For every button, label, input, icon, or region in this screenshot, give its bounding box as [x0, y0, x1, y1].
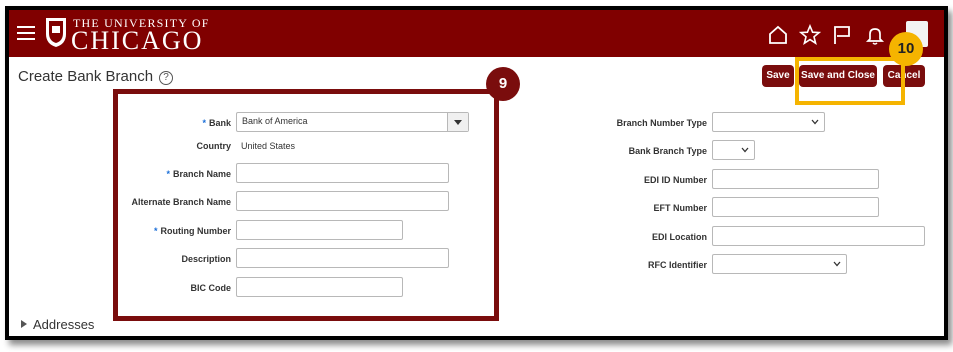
- header-bar: THE UNIVERSITY OF CHICAGO: [9, 10, 944, 57]
- rfc-identifier-select[interactable]: [712, 254, 847, 274]
- eft-number-input[interactable]: [712, 197, 879, 217]
- chevron-down-icon: [811, 119, 819, 125]
- disclosure-triangle-icon: [21, 320, 27, 328]
- help-icon[interactable]: ?: [159, 71, 174, 85]
- home-icon[interactable]: [767, 24, 789, 46]
- notifications-bell-icon[interactable]: [864, 24, 886, 46]
- edi-id-number-input[interactable]: [712, 169, 879, 189]
- step-10-badge: 10: [889, 32, 923, 66]
- step-9-badge: 9: [486, 67, 520, 101]
- app-window: THE UNIVERSITY OF CHICAGO Create Bank Br…: [5, 6, 948, 340]
- chevron-down-icon: [741, 147, 749, 153]
- logo-bottom-text: CHICAGO: [71, 26, 204, 55]
- edi-id-number-label: EDI ID Number: [643, 175, 707, 185]
- bank-branch-type-select[interactable]: [712, 140, 755, 160]
- chevron-down-icon: [833, 261, 841, 267]
- eft-number-label: EFT Number: [653, 203, 707, 213]
- branch-number-type-select[interactable]: [712, 112, 825, 132]
- menu-icon[interactable]: [17, 22, 35, 44]
- university-shield-icon: [46, 18, 66, 47]
- rfc-identifier-label: RFC Identifier: [647, 260, 707, 270]
- branch-number-type-label: Branch Number Type: [616, 118, 707, 128]
- bank-branch-type-label: Bank Branch Type: [628, 146, 707, 156]
- edi-location-input[interactable]: [712, 226, 925, 246]
- favorites-star-icon[interactable]: [799, 24, 821, 46]
- edi-location-label: EDI Location: [651, 232, 707, 242]
- page-title: Create Bank Branch?: [18, 68, 174, 85]
- step-10-highlight-box: [795, 57, 905, 105]
- flag-icon[interactable]: [831, 24, 853, 46]
- save-button[interactable]: Save: [762, 65, 794, 87]
- step-9-highlight-box: [113, 89, 499, 321]
- addresses-section-toggle[interactable]: Addresses: [21, 317, 94, 332]
